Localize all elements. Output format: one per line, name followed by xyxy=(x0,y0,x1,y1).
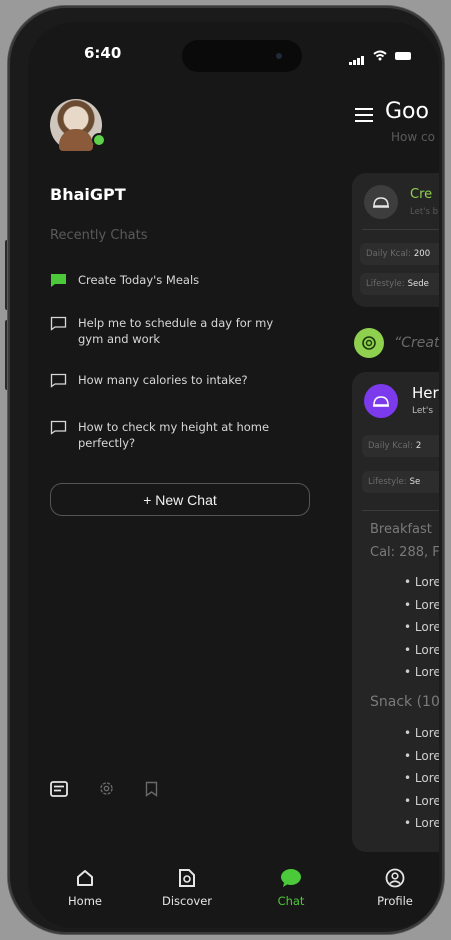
gear-icon[interactable] xyxy=(98,780,115,797)
online-status-dot xyxy=(92,133,106,147)
user-prompt-text: “Creat xyxy=(394,335,439,351)
recent-chat-item[interactable]: How to check my height at home perfectly… xyxy=(50,419,300,451)
menu-icon[interactable] xyxy=(355,108,373,126)
list-item: • Lore xyxy=(404,816,439,830)
app-name: BhaiGPT xyxy=(50,185,126,204)
list-item: • Lore xyxy=(404,793,439,808)
list-item: • Lore xyxy=(404,575,439,589)
battery-icon xyxy=(395,51,411,60)
nav-home[interactable]: Home xyxy=(40,868,130,908)
divider xyxy=(362,510,439,511)
cloche-icon xyxy=(364,384,398,418)
bookmark-icon[interactable] xyxy=(145,781,158,797)
recent-chat-label: How to check my height at home perfectly… xyxy=(78,420,270,450)
list-item: • Lore xyxy=(404,620,439,634)
new-chat-button[interactable]: + New Chat xyxy=(50,483,310,516)
divider xyxy=(362,229,439,230)
nav-label: Profile xyxy=(377,894,413,908)
list-item: • Lore xyxy=(404,665,439,679)
card-subtitle: Let's xyxy=(412,406,434,416)
avatar-figure xyxy=(59,129,93,151)
nav-label: Chat xyxy=(277,894,305,908)
nav-chat[interactable]: Chat xyxy=(246,868,336,908)
list-item: • Lore xyxy=(404,642,439,657)
snack-title: Snack (10 xyxy=(370,694,439,710)
message-filled-icon xyxy=(51,274,66,287)
nav-profile[interactable]: Profile xyxy=(350,868,439,908)
list-item: • Lore xyxy=(404,748,439,763)
wifi-icon xyxy=(373,50,387,61)
phone-screen: 6:40 BhaiGPT Recently Chats Create Today… xyxy=(28,22,439,928)
chat-icon xyxy=(281,869,301,887)
list-item: • Lore xyxy=(404,726,439,740)
recent-chat-label: Create Today's Meals xyxy=(78,273,200,287)
status-time: 6:40 xyxy=(84,44,122,62)
message-icon xyxy=(50,373,67,388)
home-icon xyxy=(77,870,93,886)
openai-logo-icon xyxy=(354,328,384,358)
breakfast-calories: Cal: 288, F xyxy=(370,545,439,560)
kcal-pill: Daily Kcal: 200 xyxy=(360,243,439,265)
nav-label: Home xyxy=(68,894,102,908)
snack-list: • Lore • Lore • Lore • Lore • Lore xyxy=(404,722,439,835)
card-title: Her xyxy=(412,384,439,402)
breakfast-list: • Lore • Lore • Lore • Lore • Lore xyxy=(404,571,439,684)
recent-chat-label: Help me to schedule a day for my gym and… xyxy=(78,316,274,346)
sidebar-tools xyxy=(50,780,158,797)
greeting-subtitle: How co xyxy=(391,130,435,144)
list-item: • Lore xyxy=(404,597,439,612)
lifestyle-pill: Lifestyle: Sede xyxy=(360,273,439,295)
discover-icon xyxy=(179,869,195,887)
dynamic-island xyxy=(182,40,302,72)
status-icons xyxy=(349,46,411,65)
recent-chats-heading: Recently Chats xyxy=(50,228,148,243)
nav-label: Discover xyxy=(161,894,212,908)
nav-discover[interactable]: Discover xyxy=(142,868,232,908)
bottom-nav: Home Discover Chat Profile xyxy=(28,852,439,928)
recent-chat-label: How many calories to intake? xyxy=(78,373,248,387)
recent-chat-item[interactable]: How many calories to intake? xyxy=(50,372,300,388)
recent-chat-item[interactable]: Create Today's Meals xyxy=(50,272,300,288)
camera-dot xyxy=(276,53,282,59)
greeting-title: Goo xyxy=(385,99,429,124)
card-subtitle: Let's b xyxy=(410,207,439,217)
cloche-icon xyxy=(364,185,398,219)
list-item: • Lore xyxy=(404,771,439,785)
phone-frame: 6:40 BhaiGPT Recently Chats Create Today… xyxy=(8,6,444,934)
message-icon xyxy=(50,316,67,331)
card-title: Cre xyxy=(410,187,433,202)
kcal-pill: Daily Kcal: 2 xyxy=(362,435,439,457)
lifestyle-pill: Lifestyle: Se xyxy=(362,471,439,493)
recent-chat-item[interactable]: Help me to schedule a day for my gym and… xyxy=(50,315,300,347)
signal-icon xyxy=(349,46,365,65)
user-prompt-row: “Creat xyxy=(354,328,439,358)
meal-plan-card[interactable]: Cre Let's b Daily Kcal: 200 Lifestyle: Sed… xyxy=(352,173,439,307)
document-icon[interactable] xyxy=(50,780,68,797)
message-icon xyxy=(50,420,67,435)
breakfast-title: Breakfast xyxy=(370,522,432,537)
profile-icon xyxy=(385,868,405,888)
